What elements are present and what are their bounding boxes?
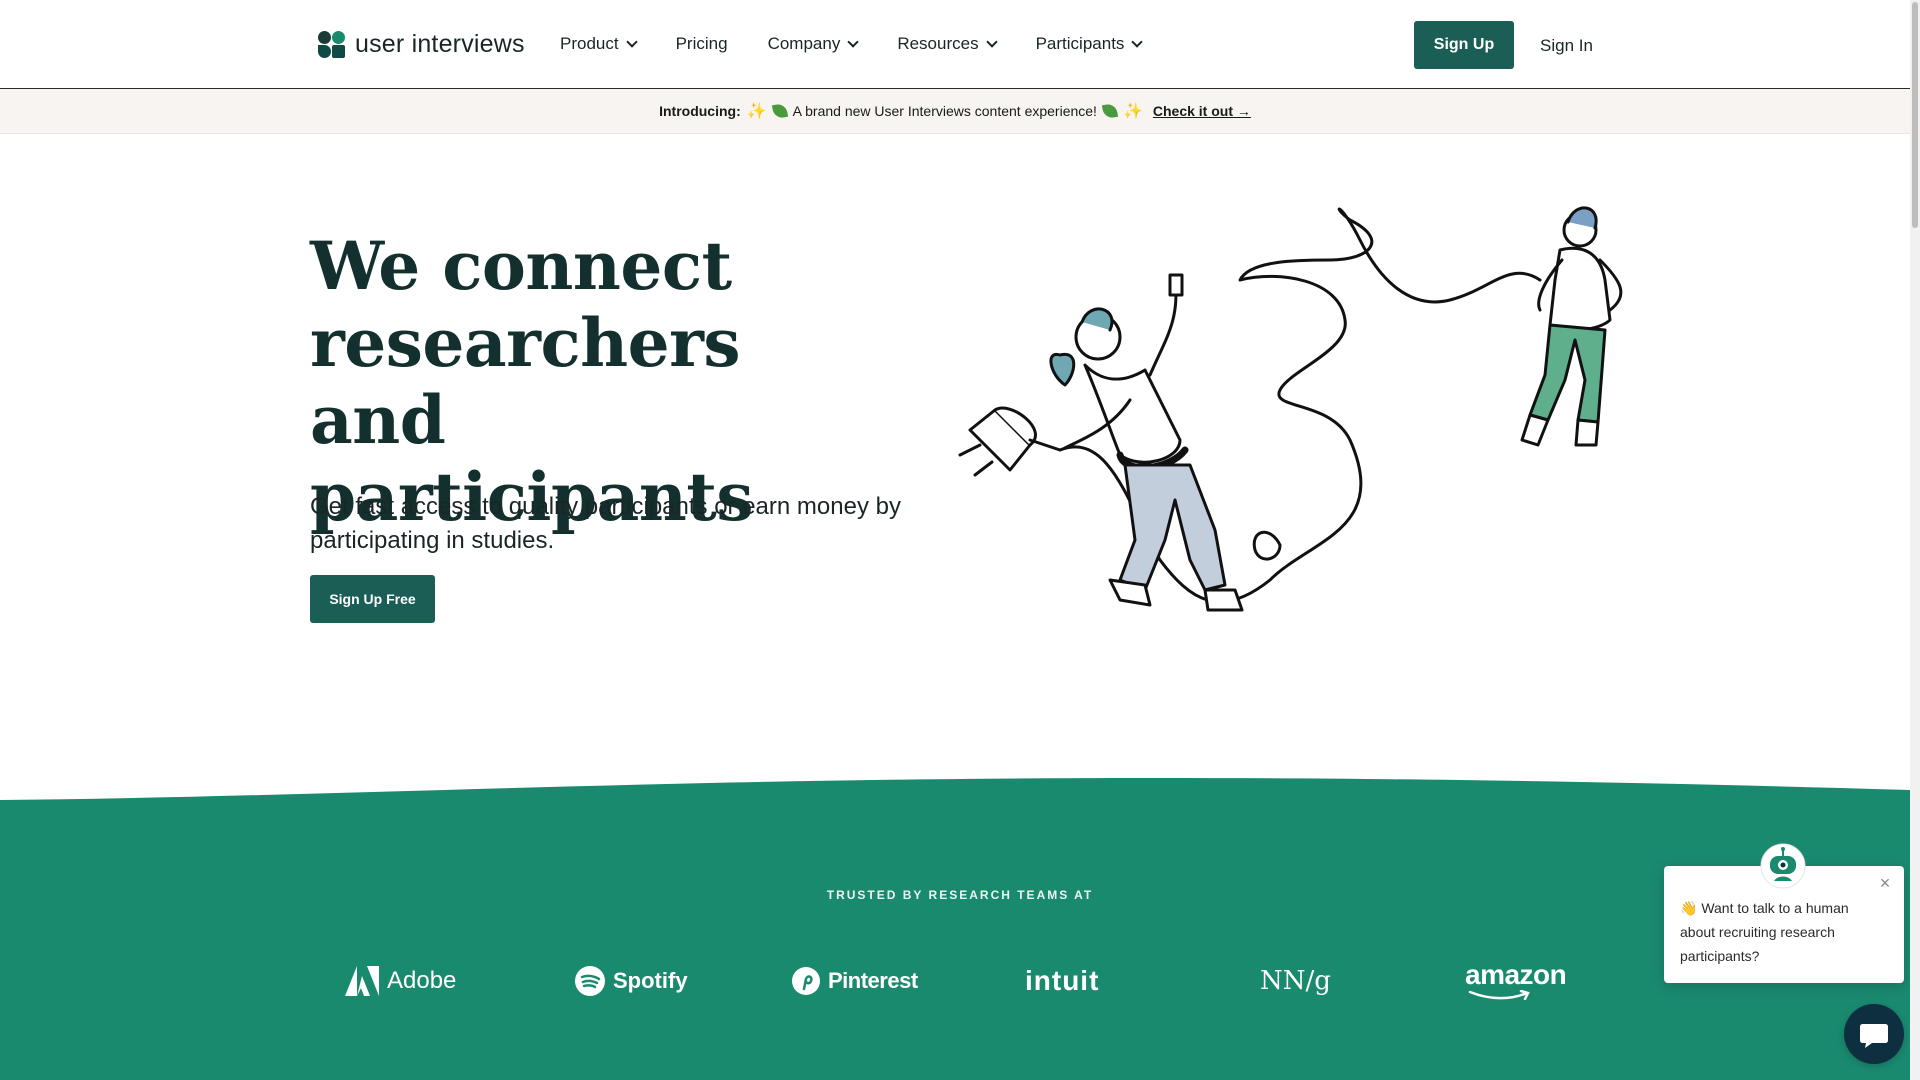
wave-emoji-icon: 👋 bbox=[1680, 900, 1698, 916]
amazon-smile-icon bbox=[1468, 990, 1530, 1000]
spotify-label: Spotify bbox=[613, 968, 688, 993]
chat-bubble-icon bbox=[1860, 1024, 1888, 1048]
page-scrollbar[interactable] bbox=[1910, 0, 1920, 1080]
banner-intro: Introducing: bbox=[659, 103, 741, 119]
chevron-down-icon bbox=[985, 36, 998, 48]
hero-illustration bbox=[958, 206, 1623, 612]
nav-pricing[interactable]: Pricing bbox=[676, 34, 728, 54]
trusted-band-background bbox=[0, 777, 1910, 1080]
adobe-icon bbox=[345, 966, 379, 996]
hero-subtitle: Get fast access to quality participants … bbox=[310, 493, 901, 554]
sign-up-free-button[interactable]: Sign Up Free bbox=[310, 575, 435, 623]
nav-product-label: Product bbox=[560, 34, 619, 53]
chevron-down-icon bbox=[847, 36, 859, 48]
chat-message: Want to talk to a human about recruiting… bbox=[1680, 900, 1849, 964]
leaf-icon bbox=[771, 102, 788, 120]
nng-label: NN/g bbox=[1260, 966, 1331, 996]
chat-message-container: 👋 Want to talk to a human about recruiti… bbox=[1680, 896, 1880, 968]
intuit-logo: intuit bbox=[1025, 960, 1099, 1002]
chevron-down-icon bbox=[625, 36, 638, 48]
main-nav: Product Pricing Company Resources Partic… bbox=[560, 34, 1181, 54]
sparkles-icon: ✨ bbox=[746, 103, 767, 120]
pinterest-icon bbox=[792, 967, 820, 995]
brand-logos: Adobe Spotify Pinterest intuit NN/g amaz… bbox=[345, 960, 1575, 1002]
woman-figure bbox=[1049, 273, 1244, 612]
leaf-icon bbox=[1101, 102, 1119, 120]
pinterest-label: Pinterest bbox=[828, 968, 918, 993]
spotify-icon bbox=[575, 966, 605, 996]
trusted-label: TRUSTED BY RESEARCH TEAMS AT bbox=[826, 888, 1094, 902]
intuit-label: intuit bbox=[1025, 965, 1100, 996]
nav-resources[interactable]: Resources bbox=[897, 34, 998, 54]
chat-bot-avatar-icon bbox=[1760, 843, 1806, 889]
sign-up-button[interactable]: Sign Up bbox=[1414, 21, 1514, 69]
spotify-logo: Spotify bbox=[575, 960, 688, 1002]
plug-icon bbox=[958, 406, 1062, 477]
nav-resources-label: Resources bbox=[897, 34, 979, 53]
pinterest-logo: Pinterest bbox=[792, 960, 918, 1002]
nav-participants[interactable]: Participants bbox=[1035, 34, 1144, 54]
nav-product[interactable]: Product bbox=[560, 34, 638, 54]
cable-loop bbox=[1252, 531, 1282, 561]
site-header: user interviews Product Pricing Company … bbox=[0, 0, 1910, 89]
amazon-logo: amazon bbox=[1465, 959, 1567, 1002]
banner-check-it-out-link[interactable]: Check it out → bbox=[1153, 103, 1251, 119]
adobe-label: Adobe bbox=[387, 967, 457, 994]
chevron-down-icon bbox=[1131, 36, 1144, 48]
chat-launcher-button[interactable] bbox=[1844, 1004, 1904, 1064]
logo-text: user interviews bbox=[355, 30, 525, 58]
sign-in-link[interactable]: Sign In bbox=[1540, 36, 1593, 56]
scrollbar-thumb[interactable] bbox=[1912, 2, 1918, 228]
amazon-label: amazon bbox=[1465, 959, 1567, 990]
close-icon[interactable]: × bbox=[1876, 874, 1894, 892]
logo[interactable]: user interviews bbox=[318, 30, 525, 59]
nav-pricing-label: Pricing bbox=[675, 34, 728, 53]
nav-participants-label: Participants bbox=[1035, 34, 1125, 53]
nav-company[interactable]: Company bbox=[767, 34, 859, 54]
nng-logo: NN/g bbox=[1260, 960, 1331, 1002]
man-figure bbox=[1520, 206, 1623, 447]
logo-mark-icon bbox=[318, 30, 346, 59]
announcement-banner: Introducing: ✨ A brand new User Intervie… bbox=[0, 89, 1910, 134]
sparkles-icon: ✨ bbox=[1122, 103, 1143, 120]
banner-message: A brand new User Interviews content expe… bbox=[792, 103, 1097, 119]
nav-company-label: Company bbox=[767, 34, 841, 53]
adobe-logo: Adobe bbox=[345, 960, 456, 1002]
